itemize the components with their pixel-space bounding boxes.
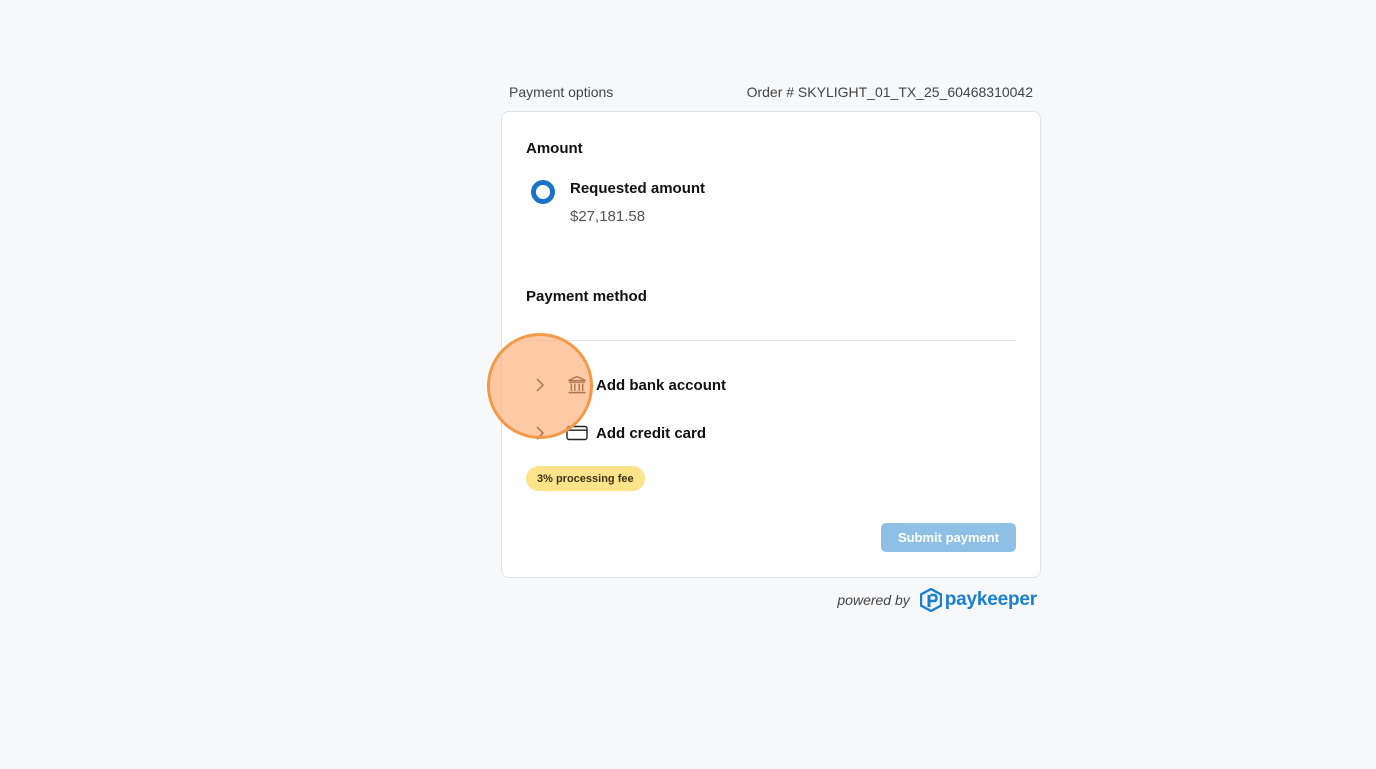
amount-title: Amount xyxy=(526,140,583,157)
paykeeper-logo-icon xyxy=(919,588,942,612)
requested-amount-value: $27,181.58 xyxy=(570,208,646,225)
payment-card: Amount Requested amount $27,181.58 Payme… xyxy=(501,111,1041,578)
chevron-right-icon[interactable] xyxy=(526,419,554,447)
processing-fee-badge: 3% processing fee xyxy=(526,466,645,491)
page-title: Payment options xyxy=(509,84,614,100)
payment-method-title: Payment method xyxy=(526,288,647,305)
bank-icon xyxy=(566,374,588,396)
paykeeper-logo-text: paykeeper xyxy=(944,589,1037,610)
powered-by: powered by paykeeper xyxy=(837,588,1037,612)
credit-card-icon xyxy=(566,422,588,444)
add-credit-card-row[interactable]: Add credit card xyxy=(526,417,1016,449)
top-bar: Payment options Order # SKYLIGHT_01_TX_2… xyxy=(509,84,1033,100)
order-number: Order # SKYLIGHT_01_TX_25_60468310042 xyxy=(746,84,1033,100)
submit-payment-button[interactable]: Submit payment xyxy=(881,523,1016,552)
add-bank-account-row[interactable]: Add bank account xyxy=(526,369,1016,401)
powered-by-text: powered by xyxy=(837,592,910,608)
chevron-right-icon[interactable] xyxy=(526,371,554,399)
requested-amount-label[interactable]: Requested amount xyxy=(570,180,705,197)
add-bank-account-label[interactable]: Add bank account xyxy=(596,377,726,394)
requested-amount-radio[interactable] xyxy=(531,180,555,204)
paykeeper-logo: paykeeper xyxy=(919,588,1037,612)
add-credit-card-label[interactable]: Add credit card xyxy=(596,425,706,442)
divider xyxy=(526,340,1016,341)
